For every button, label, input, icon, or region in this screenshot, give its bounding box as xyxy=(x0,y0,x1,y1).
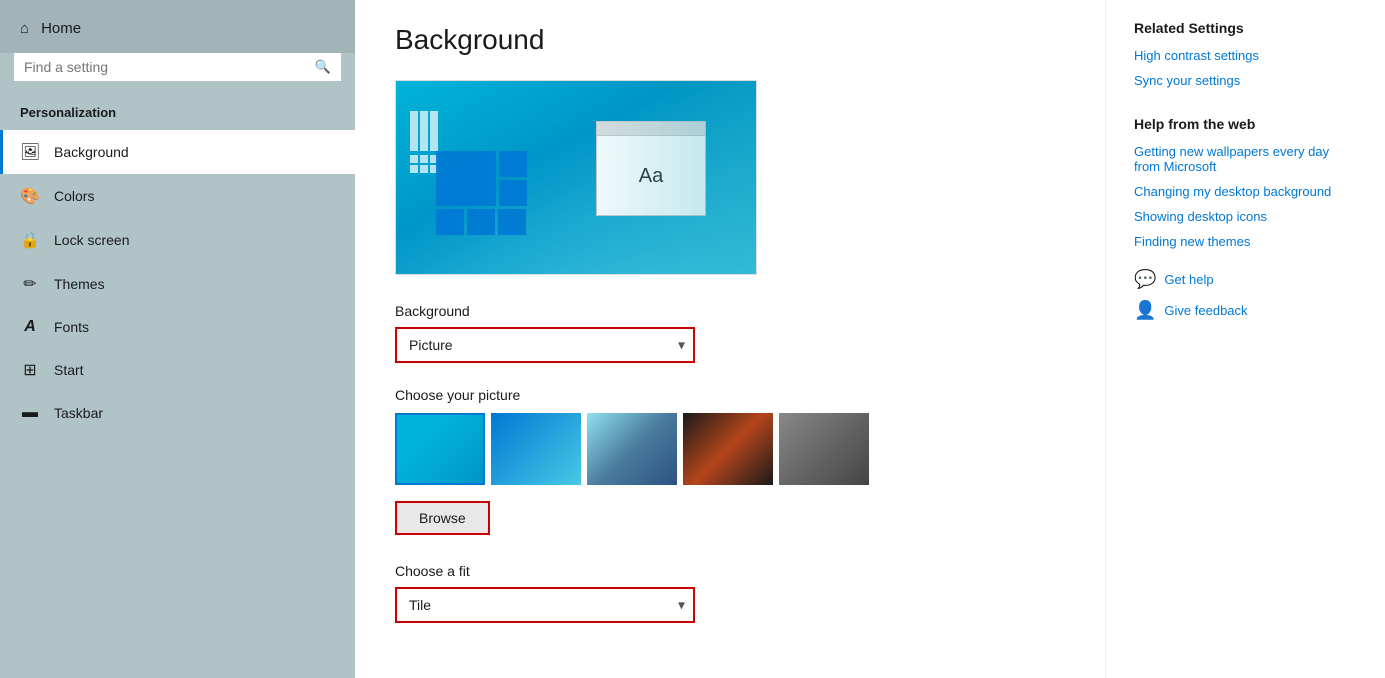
background-preview: Aa xyxy=(395,80,757,275)
sidebar-item-background[interactable]: 🖼 Background xyxy=(0,130,355,174)
choose-fit-label: Choose a fit xyxy=(395,563,1065,579)
fit-dropdown-wrapper: Fill Fit Stretch Tile Center Span ▾ xyxy=(395,587,695,623)
help-title: Help from the web xyxy=(1134,116,1357,132)
fit-dropdown[interactable]: Fill Fit Stretch Tile Center Span xyxy=(395,587,695,623)
home-button[interactable]: Home xyxy=(0,0,355,53)
get-help-link[interactable]: Get help xyxy=(1164,272,1213,287)
give-feedback-icon: 👤 xyxy=(1134,300,1156,321)
background-section-label: Background xyxy=(395,303,1065,319)
thumbnail-2[interactable] xyxy=(491,413,581,485)
desktop-icons-link[interactable]: Showing desktop icons xyxy=(1134,209,1357,224)
choose-picture-label: Choose your picture xyxy=(395,387,1065,403)
section-label: Personalization xyxy=(0,97,355,130)
search-input[interactable] xyxy=(24,59,315,75)
sidebar-item-fonts[interactable]: A Fonts xyxy=(0,306,355,348)
get-help-row[interactable]: 💬 Get help xyxy=(1134,269,1357,290)
main-content: Background xyxy=(355,0,1105,678)
sidebar-item-label: Background xyxy=(54,144,129,160)
background-dropdown[interactable]: Picture Solid color Slideshow xyxy=(395,327,695,363)
colors-icon: 🎨 xyxy=(20,186,40,206)
start-icon: ⊞ xyxy=(20,360,40,380)
right-panel: Related Settings High contrast settings … xyxy=(1105,0,1385,678)
preview-tiles xyxy=(410,111,438,173)
background-dropdown-wrapper: Picture Solid color Slideshow ▾ xyxy=(395,327,695,363)
search-icon: 🔍 xyxy=(315,59,331,75)
home-icon xyxy=(20,20,29,37)
home-label: Home xyxy=(41,20,81,37)
sidebar-item-label: Lock screen xyxy=(54,232,129,248)
sidebar-item-taskbar[interactable]: ▬ Taskbar xyxy=(0,392,355,434)
themes-icon: ✏ xyxy=(20,274,40,294)
give-feedback-row[interactable]: 👤 Give feedback xyxy=(1134,300,1357,321)
taskbar-icon: ▬ xyxy=(20,404,40,422)
lock-icon: 🔒 xyxy=(20,230,40,250)
preview-window-content: Aa xyxy=(597,136,705,217)
thumbnail-1[interactable] xyxy=(395,413,485,485)
search-box[interactable]: 🔍 xyxy=(14,53,341,81)
thumbnail-3[interactable] xyxy=(587,413,677,485)
wallpapers-link[interactable]: Getting new wallpapers every day from Mi… xyxy=(1134,144,1357,174)
fonts-icon: A xyxy=(20,318,40,336)
sidebar-item-lock-screen[interactable]: 🔒 Lock screen xyxy=(0,218,355,262)
sidebar-item-label: Themes xyxy=(54,276,105,292)
new-themes-link[interactable]: Finding new themes xyxy=(1134,234,1357,249)
thumbnail-5[interactable] xyxy=(779,413,869,485)
sync-settings-link[interactable]: Sync your settings xyxy=(1134,73,1357,88)
change-bg-link[interactable]: Changing my desktop background xyxy=(1134,184,1357,199)
browse-button[interactable]: Browse xyxy=(395,501,490,535)
sidebar-item-start[interactable]: ⊞ Start xyxy=(0,348,355,392)
thumbnail-4[interactable] xyxy=(683,413,773,485)
sidebar-item-label: Taskbar xyxy=(54,405,103,421)
related-settings-title: Related Settings xyxy=(1134,20,1357,36)
sidebar-item-label: Colors xyxy=(54,188,94,204)
get-help-icon: 💬 xyxy=(1134,269,1156,290)
picture-thumbnails xyxy=(395,413,1065,485)
sidebar-item-colors[interactable]: 🎨 Colors xyxy=(0,174,355,218)
sidebar-item-themes[interactable]: ✏ Themes xyxy=(0,262,355,306)
high-contrast-link[interactable]: High contrast settings xyxy=(1134,48,1357,63)
start-tiles xyxy=(436,151,527,235)
page-title: Background xyxy=(395,24,1065,56)
give-feedback-link[interactable]: Give feedback xyxy=(1164,303,1247,318)
sidebar-item-label: Fonts xyxy=(54,319,89,335)
sidebar: Home 🔍 Personalization 🖼 Background 🎨 Co… xyxy=(0,0,355,678)
background-icon: 🖼 xyxy=(20,142,40,162)
sidebar-item-label: Start xyxy=(54,362,84,378)
preview-window: Aa xyxy=(596,121,706,216)
